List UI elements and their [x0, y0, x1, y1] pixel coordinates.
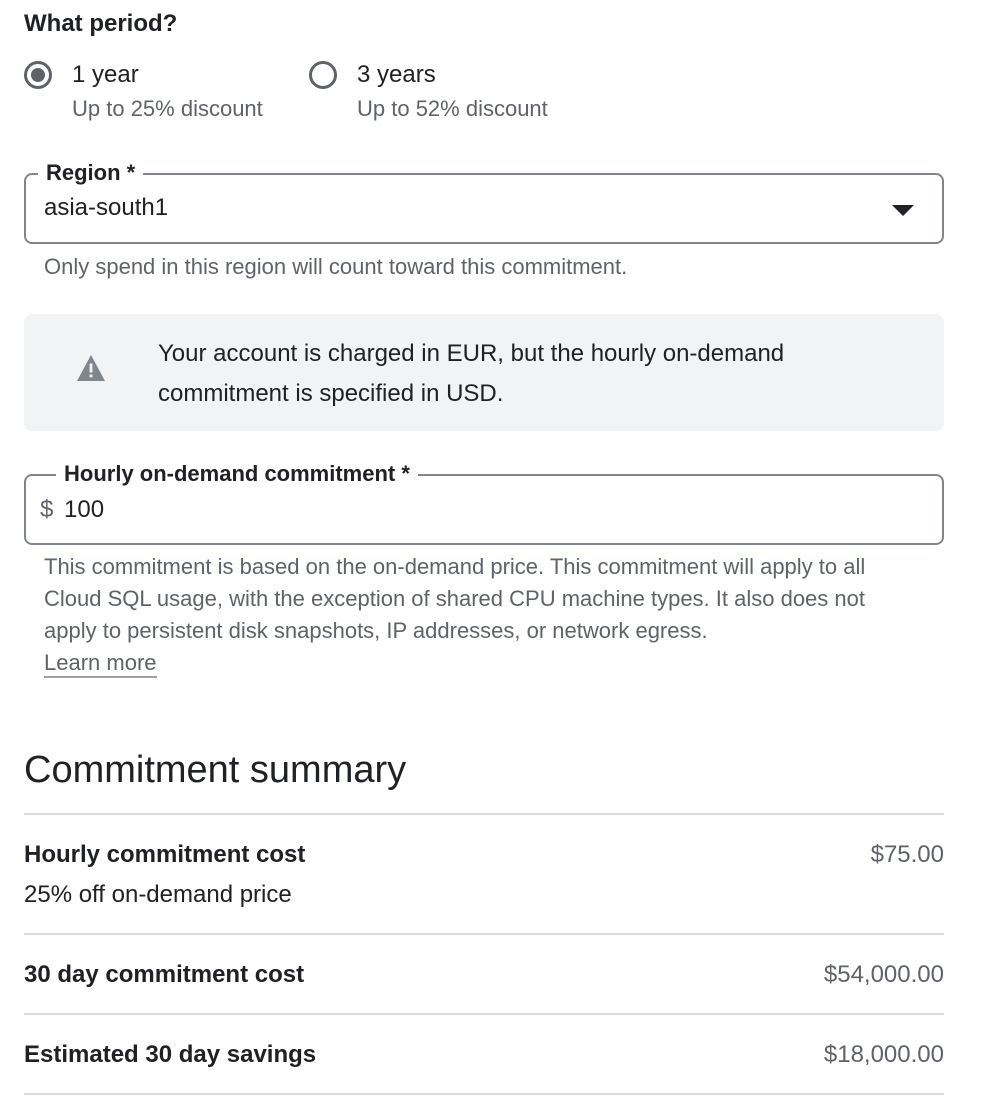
radio-label-3-years: 3 years [357, 61, 436, 88]
region-value: asia-south1 [44, 194, 169, 221]
savings-label: Estimated 30 day savings [24, 1041, 317, 1068]
hourly-commitment-field[interactable]: Hourly on-demand commitment * $ 100 [24, 459, 944, 545]
period-title: What period? [24, 10, 178, 37]
savings-value: $18,000.00 [823, 1041, 944, 1068]
radio-label-1-year: 1 year [72, 61, 139, 88]
divider [24, 813, 944, 815]
radio-option-3-years[interactable]: 3 years Up to 52% discount [309, 58, 548, 126]
radio-button-unchecked[interactable] [309, 61, 337, 89]
radio-option-1-year[interactable]: 1 year Up to 25% discount [24, 58, 263, 126]
commitment-description: This commitment is based on the on-deman… [44, 551, 914, 679]
learn-more-link[interactable]: Learn more [44, 650, 157, 678]
divider [24, 1093, 944, 1095]
30-day-cost-value: $54,000.00 [823, 961, 944, 988]
currency-symbol: $ [40, 496, 54, 523]
warning-banner: Your account is charged in EUR, but the … [24, 314, 944, 431]
radio-sub-1-year: Up to 25% discount [72, 96, 263, 121]
30-day-cost-label: 30 day commitment cost [24, 961, 305, 988]
hourly-cost-label: Hourly commitment cost [24, 841, 306, 868]
region-select[interactable]: Region * asia-south1 [24, 158, 944, 244]
warning-icon [77, 355, 105, 381]
warning-text: Your account is charged in EUR, but the … [158, 340, 785, 407]
radio-button-checked[interactable] [24, 61, 52, 89]
hourly-commitment-label: Hourly on-demand commitment * [56, 459, 418, 489]
commitment-description-text: This commitment is based on the on-deman… [44, 554, 866, 643]
divider [24, 1013, 944, 1015]
radio-sub-3-years: Up to 52% discount [357, 96, 548, 121]
region-helper-text: Only spend in this region will count tow… [44, 254, 628, 279]
hourly-cost-value: $75.00 [870, 841, 944, 868]
hourly-cost-sub: 25% off on-demand price [24, 881, 292, 908]
region-label: Region * [38, 158, 144, 188]
dropdown-arrow-icon [892, 205, 914, 216]
hourly-commitment-input[interactable]: 100 [64, 494, 104, 526]
summary-title: Commitment summary [24, 749, 407, 791]
divider [24, 933, 944, 935]
